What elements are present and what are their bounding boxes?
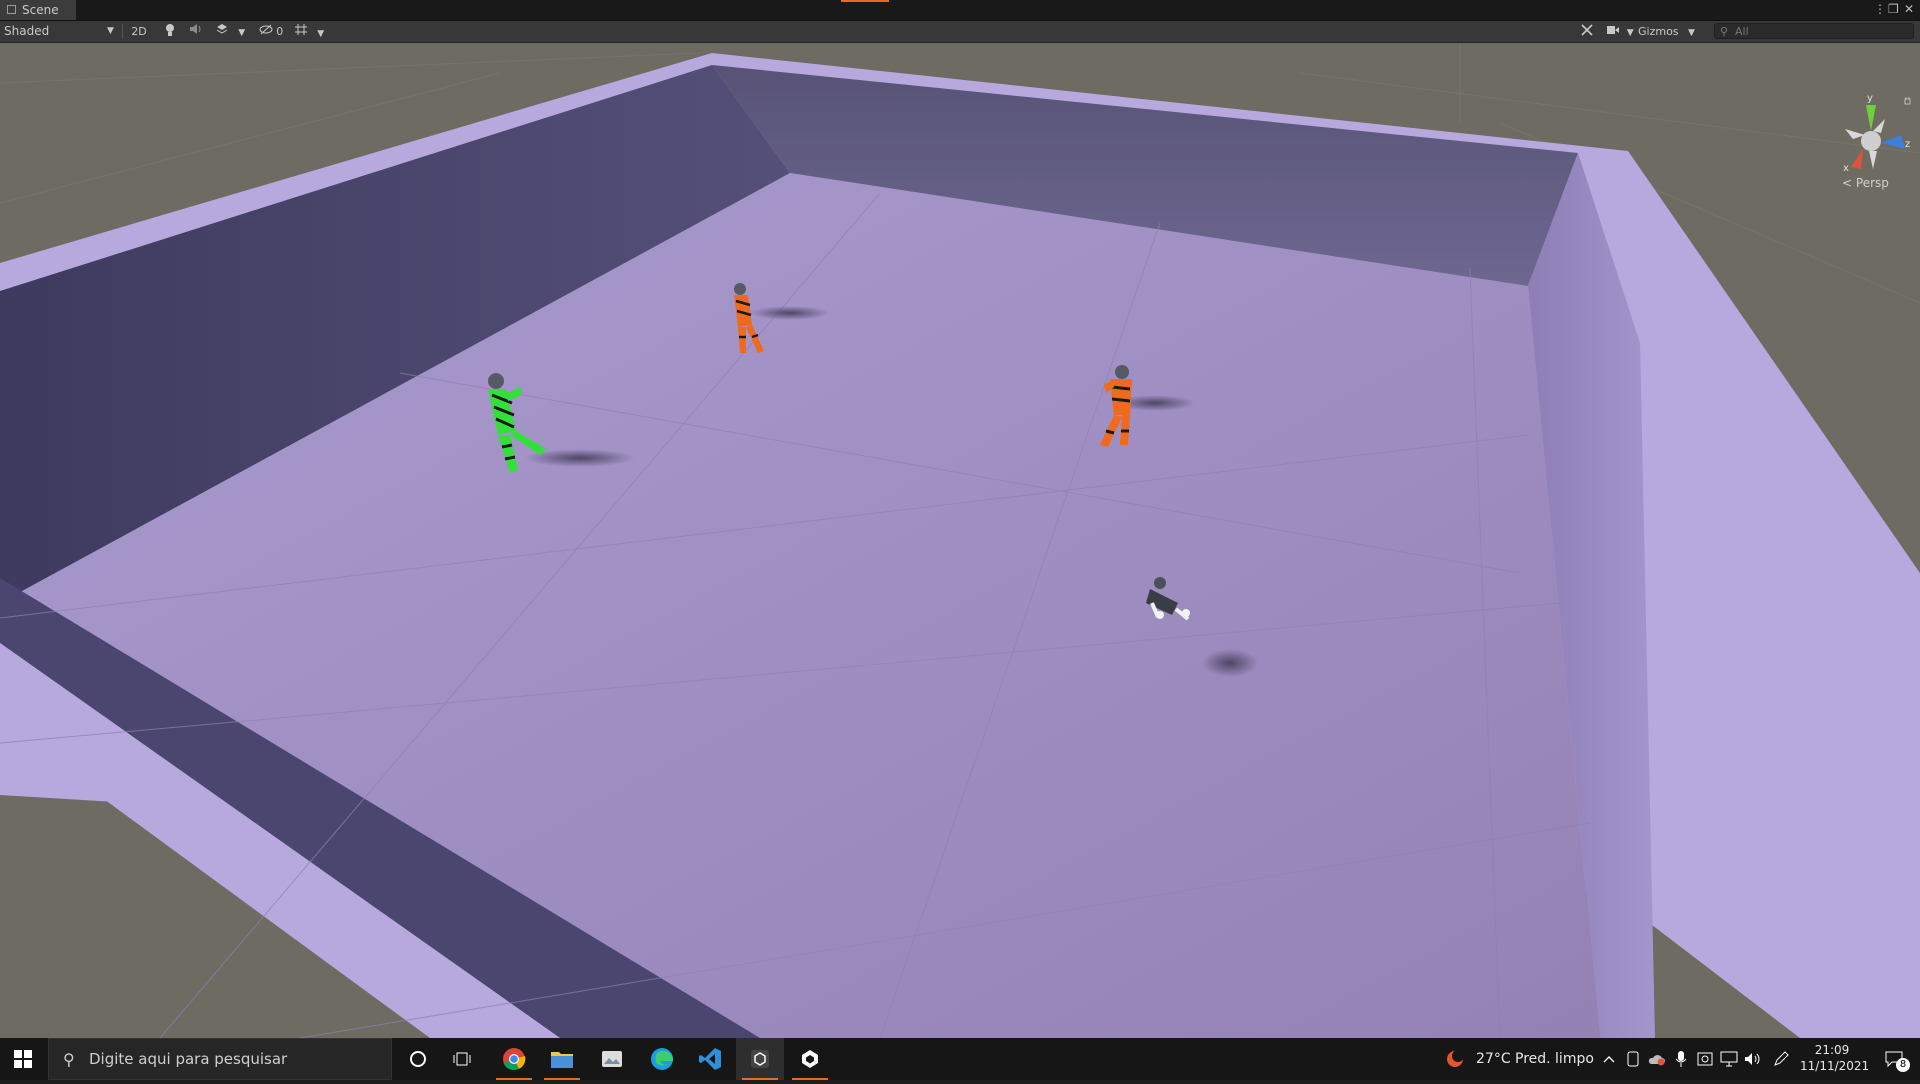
meet-now-icon[interactable] [1622, 1038, 1644, 1080]
gizmos-label: Gizmos [1638, 25, 1679, 38]
scene-grid-icon [7, 5, 16, 14]
clock[interactable]: 21:09 11/11/2021 [1800, 1038, 1870, 1084]
eye-slash-icon [259, 24, 273, 35]
scene-tab-label: Scene [22, 3, 59, 17]
chevron-down-icon: ▼ [238, 28, 246, 38]
x-axis-arrow[interactable] [1851, 149, 1863, 169]
agent-shadow [750, 306, 830, 320]
search-icon: ⚲ [1720, 25, 1729, 38]
grid-icon [294, 24, 307, 35]
windows-taskbar: ⚲ Digite aqui para pesquisar 27°C Pred. … [0, 1038, 1920, 1080]
y-axis-label: y [1867, 93, 1873, 104]
back-arrow-icon: < [1842, 176, 1853, 190]
camera-dropdown[interactable]: ▼ [1605, 23, 1635, 40]
z-axis-arrow[interactable] [1881, 135, 1905, 149]
chevron-down-icon: ▼ [107, 26, 114, 36]
photo-viewer-icon[interactable] [588, 1038, 636, 1080]
notification-count-badge: 8 [1896, 1058, 1910, 1072]
lighting-toggle-icon[interactable] [160, 23, 180, 40]
agent-shadow [1202, 649, 1258, 677]
pen-icon[interactable] [1768, 1038, 1794, 1080]
unity-hub-icon[interactable] [736, 1038, 784, 1080]
chevron-down-icon: ▼ [1688, 28, 1695, 38]
tools-icon[interactable] [1577, 23, 1597, 40]
vscode-icon[interactable] [686, 1038, 734, 1080]
hidden-count: 0 [276, 25, 284, 38]
cloud-sync-icon[interactable] [1646, 1038, 1668, 1080]
hierarchy-search-input[interactable]: ⚲ All [1714, 23, 1914, 39]
grid-dropdown[interactable]: ▼ [291, 23, 327, 40]
chrome-icon[interactable] [490, 1038, 538, 1080]
scene-render [0, 43, 1920, 1038]
draw-mode-dropdown[interactable]: Shaded ▼ [4, 23, 116, 40]
search-placeholder: All [1735, 25, 1749, 38]
effects-dropdown[interactable]: ▼ [213, 23, 247, 40]
close-icon[interactable]: ✕ [1904, 2, 1914, 16]
editor-tab-bar: Scene ⋮ ❐ ✕ [0, 0, 1920, 21]
y-axis-arrow[interactable] [1866, 105, 1876, 131]
projection-label: Persp [1855, 176, 1889, 190]
app-tray-icon[interactable] [1694, 1038, 1716, 1080]
more-options-icon[interactable]: ⋮ [1874, 2, 1886, 16]
toolbar-divider [122, 24, 123, 39]
clock-time: 21:09 [1814, 1043, 1850, 1057]
scene-viewport[interactable]: y z x < Persp [0, 43, 1920, 1038]
taskbar-search-input[interactable]: ⚲ Digite aqui para pesquisar [48, 1038, 392, 1080]
chevron-down-icon: ▼ [1626, 28, 1634, 38]
audio-toggle-icon[interactable] [186, 23, 206, 40]
cortana-icon[interactable] [396, 1038, 440, 1080]
start-button[interactable] [0, 1038, 46, 1080]
weather-icon[interactable] [1442, 1038, 1468, 1080]
microphone-icon[interactable] [1670, 1038, 1692, 1080]
gizmos-dropdown[interactable]: Gizmos ▼ [1638, 23, 1704, 40]
lock-icon[interactable] [1904, 97, 1911, 105]
toggle-2d-button[interactable]: 2D [127, 23, 151, 40]
clock-date: 11/11/2021 [1800, 1059, 1870, 1073]
draw-mode-label: Shaded [4, 24, 50, 38]
action-center-button[interactable]: 8 [1874, 1038, 1914, 1080]
camera-icon [1607, 26, 1620, 34]
edge-icon[interactable] [638, 1038, 686, 1080]
scene-toolbar: Shaded ▼ 2D ▼ 0 ▼ ▼ Gizmos ▼ ⚲ All [0, 21, 1920, 43]
windows-logo-icon [14, 1050, 32, 1068]
x-axis-label: x [1843, 163, 1849, 174]
network-icon[interactable] [1718, 1038, 1740, 1080]
task-view-icon[interactable] [440, 1038, 484, 1080]
weather-desc[interactable]: Pred. limpo [1515, 1038, 1594, 1080]
file-explorer-icon[interactable] [538, 1038, 586, 1080]
chevron-down-icon: ▼ [317, 29, 325, 39]
chevron-up-icon[interactable] [1600, 1038, 1618, 1080]
unity-icon[interactable] [786, 1038, 834, 1080]
hidden-objects-toggle[interactable]: 0 [256, 23, 286, 40]
volume-icon[interactable] [1742, 1038, 1764, 1080]
weather-temp[interactable]: 27°C [1476, 1038, 1511, 1080]
layers-icon [216, 24, 228, 34]
projection-toggle[interactable]: < Persp [1842, 176, 1889, 190]
z-axis-label: z [1905, 139, 1910, 150]
search-icon: ⚲ [63, 1050, 75, 1069]
taskbar-search-placeholder: Digite aqui para pesquisar [89, 1050, 288, 1068]
scene-tab[interactable]: Scene [0, 0, 76, 20]
play-accent-bar [841, 0, 889, 2]
maximize-icon[interactable]: ❐ [1888, 2, 1899, 16]
